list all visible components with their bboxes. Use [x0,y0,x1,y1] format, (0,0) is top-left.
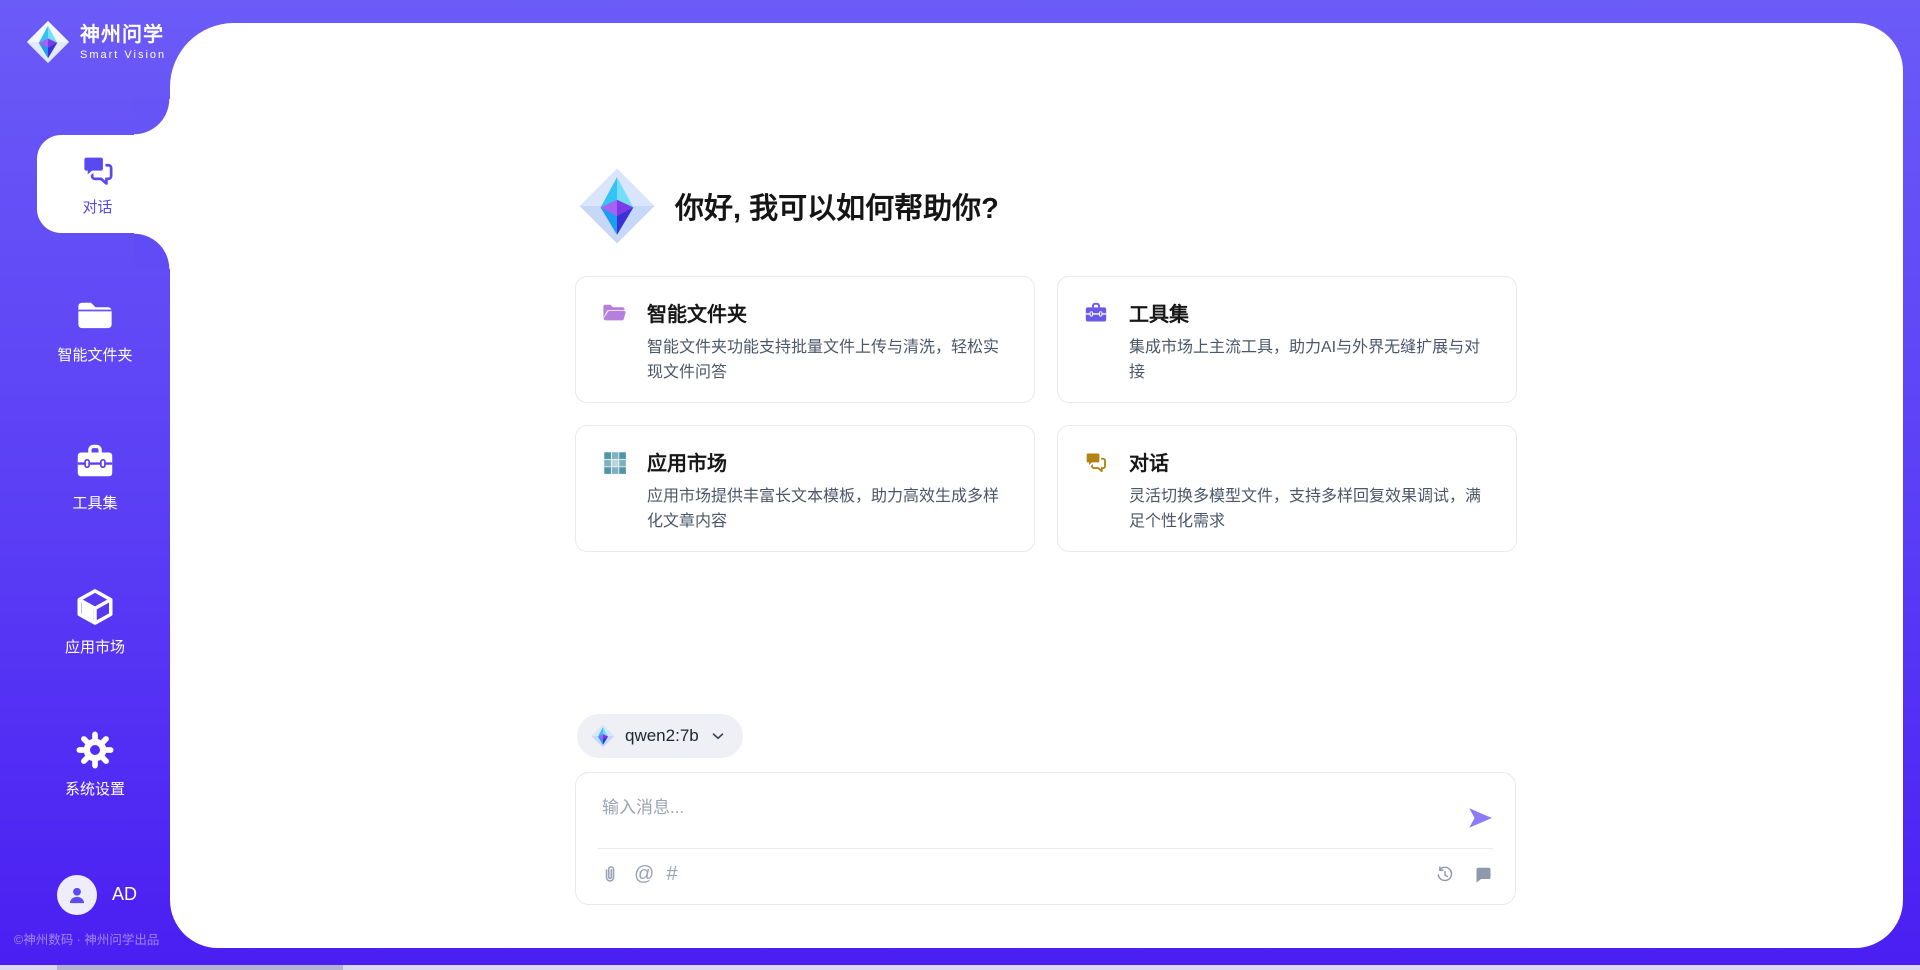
toolbox-icon [73,440,117,484]
composer-divider [598,848,1493,849]
chevron-down-icon [709,727,727,745]
tab-fillet-bottom [134,233,170,269]
brand-diamond-icon [26,20,70,64]
sidebar-item-settings[interactable]: 系统设置 [0,730,170,799]
card-app-market[interactable]: 应用市场 应用市场提供丰富长文本模板，助力高效生成多样化文章内容 [575,425,1035,552]
user-initials: AD [112,884,137,905]
sidebar-item-smart-folder[interactable]: 智能文件夹 [0,294,170,365]
toolbox-icon [1083,300,1109,326]
card-title: 智能文件夹 [647,298,747,327]
brand-diamond-icon [578,167,656,245]
hash-icon[interactable]: # [666,861,677,887]
chat-icon [1083,449,1109,475]
at-sign-icon[interactable]: @ [634,861,654,887]
sidebar-item-label: 智能文件夹 [57,344,132,365]
brand-title: 神州问学 [80,24,166,46]
footer-credit: ©神州数码 · 神州问学出品 [14,929,172,948]
card-description: 灵活切换多模型文件，支持多样回复效果调试，满足个性化需求 [1129,485,1490,535]
brand-diamond-icon [591,724,615,748]
card-title: 对话 [1129,447,1169,476]
tab-fillet-top [134,99,170,135]
horizontal-scrollbar[interactable] [0,965,1920,970]
card-toolset[interactable]: 工具集 集成市场上主流工具，助力AI与外界无缝扩展与对接 [1057,276,1517,403]
user-avatar[interactable] [57,875,97,915]
gear-icon [75,730,115,770]
scrollbar-thumb[interactable] [57,965,343,970]
brand-subtitle: Smart Vision [80,49,166,61]
sidebar-item-chat[interactable]: 对话 [37,135,170,233]
app-grid-icon [601,449,627,475]
card-title: 工具集 [1129,298,1189,327]
sidebar-item-label: 系统设置 [65,778,125,799]
paperclip-icon[interactable] [598,861,622,887]
card-description: 智能文件夹功能支持批量文件上传与清洗，轻松实现文件问答 [647,336,1008,386]
folder-open-icon [601,300,627,326]
card-description: 应用市场提供丰富长文本模板，助力高效生成多样化文章内容 [647,485,1008,535]
feature-cards: 智能文件夹 智能文件夹功能支持批量文件上传与清洗，轻松实现文件问答 工具集 集成… [575,276,1517,552]
history-icon[interactable] [1433,863,1457,887]
message-composer: @ # [575,772,1516,905]
person-icon [64,882,90,908]
brand-logo: 神州问学 Smart Vision [26,20,166,64]
model-selector[interactable]: qwen2:7b [577,714,743,758]
sidebar-item-label: 对话 [82,196,112,217]
sidebar-item-toolset[interactable]: 工具集 [0,440,170,513]
main-panel: 你好, 我可以如何帮助你? 智能文件夹 智能文件夹功能支持批量文件上传与清洗，轻… [170,23,1903,948]
message-input[interactable] [600,787,1444,829]
card-smart-folder[interactable]: 智能文件夹 智能文件夹功能支持批量文件上传与清洗，轻松实现文件问答 [575,276,1035,403]
card-chat[interactable]: 对话 灵活切换多模型文件，支持多样回复效果调试，满足个性化需求 [1057,425,1517,552]
model-name: qwen2:7b [625,726,699,746]
send-icon[interactable] [1465,803,1495,833]
card-title: 应用市场 [647,447,727,476]
sidebar-item-app-market[interactable]: 应用市场 [0,586,170,657]
sidebar-item-label: 应用市场 [65,636,125,657]
chat-icon [79,151,117,189]
folder-icon [74,294,116,336]
card-description: 集成市场上主流工具，助力AI与外界无缝扩展与对接 [1129,336,1490,386]
page-title: 你好, 我可以如何帮助你? [675,185,999,227]
sidebar-item-label: 工具集 [72,492,117,513]
cube-icon [74,586,116,628]
chat-bubble-icon[interactable] [1471,863,1495,887]
